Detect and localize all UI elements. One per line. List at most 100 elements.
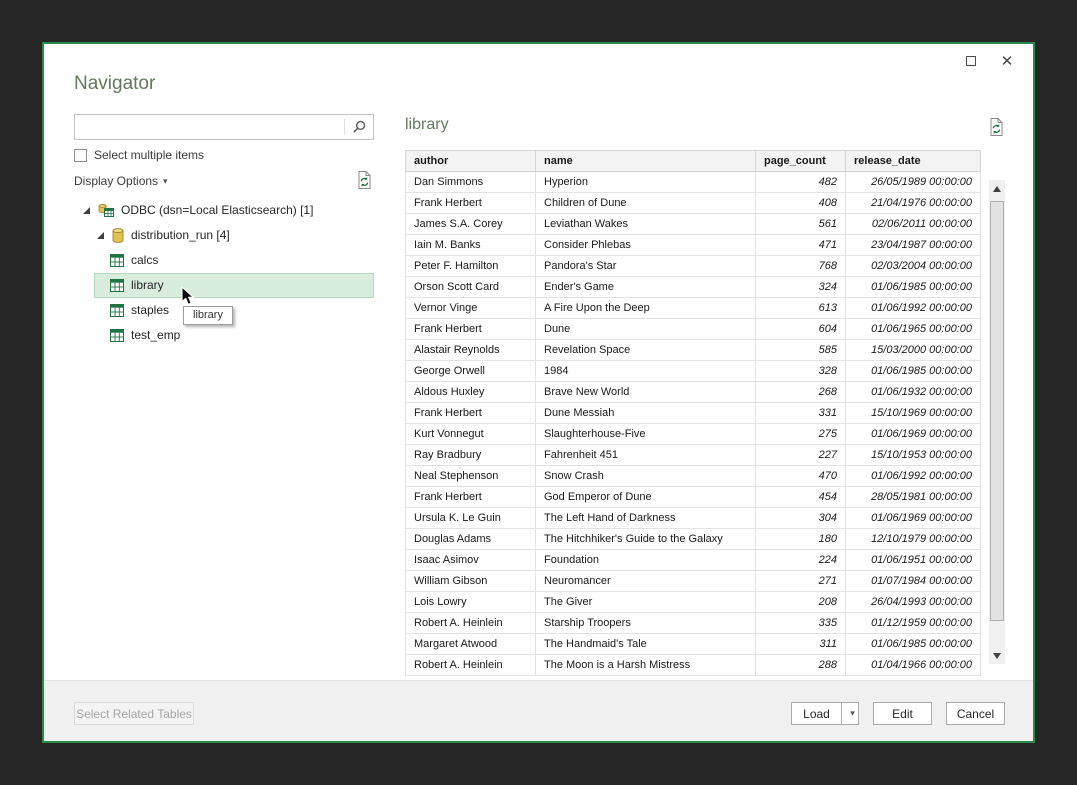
table-cell: 271 — [756, 571, 846, 592]
dialog-title: Navigator — [74, 73, 155, 95]
table-cell: 01/06/1992 00:00:00 — [846, 298, 981, 319]
display-options-dropdown[interactable]: Display Options ▾ — [74, 174, 168, 188]
table-row: James S.A. CoreyLeviathan Wakes56102/06/… — [406, 214, 981, 235]
tree-node-database[interactable]: distribution_run [4] — [74, 223, 374, 248]
select-multiple-label: Select multiple items — [94, 148, 204, 162]
table-cell: 585 — [756, 340, 846, 361]
table-cell: Slaughterhouse-Five — [536, 424, 756, 445]
tree-node-odbc[interactable]: ODBC (dsn=Local Elasticsearch) [1] — [74, 198, 374, 223]
tree-node-label: staples — [131, 298, 169, 323]
table-cell: 268 — [756, 382, 846, 403]
table-cell: 470 — [756, 466, 846, 487]
table-cell: Frank Herbert — [406, 193, 536, 214]
table-cell: Robert A. Heinlein — [406, 655, 536, 676]
table-cell: Dune Messiah — [536, 403, 756, 424]
table-cell: 26/05/1989 00:00:00 — [846, 172, 981, 193]
tree-node-label: test_emp — [131, 323, 180, 348]
refresh-preview-button[interactable] — [988, 118, 1005, 141]
search-icon[interactable] — [345, 120, 373, 134]
table-cell: Leviathan Wakes — [536, 214, 756, 235]
table-cell: 331 — [756, 403, 846, 424]
tooltip: library — [183, 306, 233, 325]
table-row: George Orwell198432801/06/1985 00:00:00 — [406, 361, 981, 382]
table-cell: 01/06/1985 00:00:00 — [846, 277, 981, 298]
close-button[interactable]: ✕ — [993, 49, 1021, 73]
table-icon — [110, 329, 124, 342]
column-header: release_date — [846, 151, 981, 172]
footer-bar: Select Related Tables Load ▾ Edit Cancel — [44, 680, 1033, 741]
table-cell: 227 — [756, 445, 846, 466]
table-cell: Alastair Reynolds — [406, 340, 536, 361]
select-multiple-checkbox[interactable] — [74, 149, 87, 162]
tree-node-label: calcs — [131, 248, 158, 273]
table-cell: Frank Herbert — [406, 403, 536, 424]
tree-node-table[interactable]: calcs — [94, 248, 374, 273]
table-cell: 26/04/1993 00:00:00 — [846, 592, 981, 613]
table-row: Lois LowryThe Giver20826/04/1993 00:00:0… — [406, 592, 981, 613]
table-cell: 15/03/2000 00:00:00 — [846, 340, 981, 361]
load-button[interactable]: Load — [791, 702, 841, 725]
collapse-triangle-icon[interactable] — [82, 206, 91, 215]
table-row: Robert A. HeinleinStarship Troopers33501… — [406, 613, 981, 634]
load-dropdown-button[interactable]: ▾ — [841, 702, 859, 725]
refresh-tree-button[interactable] — [356, 171, 373, 194]
edit-button[interactable]: Edit — [873, 702, 932, 725]
navigator-dialog: ✕ Navigator Select multiple items Displa… — [42, 42, 1035, 743]
table-cell: Isaac Asimov — [406, 550, 536, 571]
table-cell: Ender's Game — [536, 277, 756, 298]
select-related-tables-button[interactable]: Select Related Tables — [74, 702, 194, 725]
odbc-source-icon — [98, 203, 114, 218]
chevron-down-icon: ▾ — [163, 176, 168, 187]
tree-node-table[interactable]: test_emp — [94, 323, 374, 348]
window-controls: ✕ — [957, 49, 1021, 73]
table-cell: 01/06/1969 00:00:00 — [846, 508, 981, 529]
table-cell: 01/06/1951 00:00:00 — [846, 550, 981, 571]
table-row: William GibsonNeuromancer27101/07/1984 0… — [406, 571, 981, 592]
scroll-up-button[interactable] — [989, 180, 1005, 197]
table-cell: Neal Stephenson — [406, 466, 536, 487]
table-cell: Ray Bradbury — [406, 445, 536, 466]
preview-table-body: Dan SimmonsHyperion48226/05/1989 00:00:0… — [406, 172, 981, 676]
table-cell: 01/04/1966 00:00:00 — [846, 655, 981, 676]
table-cell: Dan Simmons — [406, 172, 536, 193]
table-cell: Douglas Adams — [406, 529, 536, 550]
table-cell: 604 — [756, 319, 846, 340]
tree-node-table[interactable]: library — [94, 273, 374, 298]
table-cell: Vernor Vinge — [406, 298, 536, 319]
tree-node-table[interactable]: staples — [94, 298, 374, 323]
table-row: Iain M. BanksConsider Phlebas47123/04/19… — [406, 235, 981, 256]
table-cell: 01/06/1992 00:00:00 — [846, 466, 981, 487]
table-cell: 288 — [756, 655, 846, 676]
table-cell: William Gibson — [406, 571, 536, 592]
table-row: Aldous HuxleyBrave New World26801/06/193… — [406, 382, 981, 403]
display-options-label: Display Options — [74, 174, 158, 188]
table-cell: 408 — [756, 193, 846, 214]
table-cell: 01/07/1984 00:00:00 — [846, 571, 981, 592]
table-cell: 28/05/1981 00:00:00 — [846, 487, 981, 508]
cancel-button[interactable]: Cancel — [946, 702, 1005, 725]
table-cell: Robert A. Heinlein — [406, 613, 536, 634]
table-row: Ray BradburyFahrenheit 45122715/10/1953 … — [406, 445, 981, 466]
scrollbar-thumb[interactable] — [990, 201, 1004, 621]
table-cell: Margaret Atwood — [406, 634, 536, 655]
arrow-down-icon — [993, 653, 1001, 659]
navigation-tree: ODBC (dsn=Local Elasticsearch) [1] distr… — [74, 198, 374, 348]
search-input[interactable] — [75, 115, 344, 139]
table-cell: Consider Phlebas — [536, 235, 756, 256]
table-row: Robert A. HeinleinThe Moon is a Harsh Mi… — [406, 655, 981, 676]
table-cell: 12/10/1979 00:00:00 — [846, 529, 981, 550]
maximize-icon — [966, 56, 976, 66]
collapse-triangle-icon[interactable] — [96, 231, 105, 240]
table-cell: Lois Lowry — [406, 592, 536, 613]
table-cell: 208 — [756, 592, 846, 613]
table-cell: 02/06/2011 00:00:00 — [846, 214, 981, 235]
table-cell: The Hitchhiker's Guide to the Galaxy — [536, 529, 756, 550]
maximize-button[interactable] — [957, 49, 985, 73]
table-icon — [110, 254, 124, 267]
database-icon — [112, 228, 124, 243]
table-icon — [110, 304, 124, 317]
select-multiple-row[interactable]: Select multiple items — [74, 148, 204, 162]
table-cell: Dune — [536, 319, 756, 340]
table-cell: 02/03/2004 00:00:00 — [846, 256, 981, 277]
scroll-down-button[interactable] — [989, 647, 1005, 664]
